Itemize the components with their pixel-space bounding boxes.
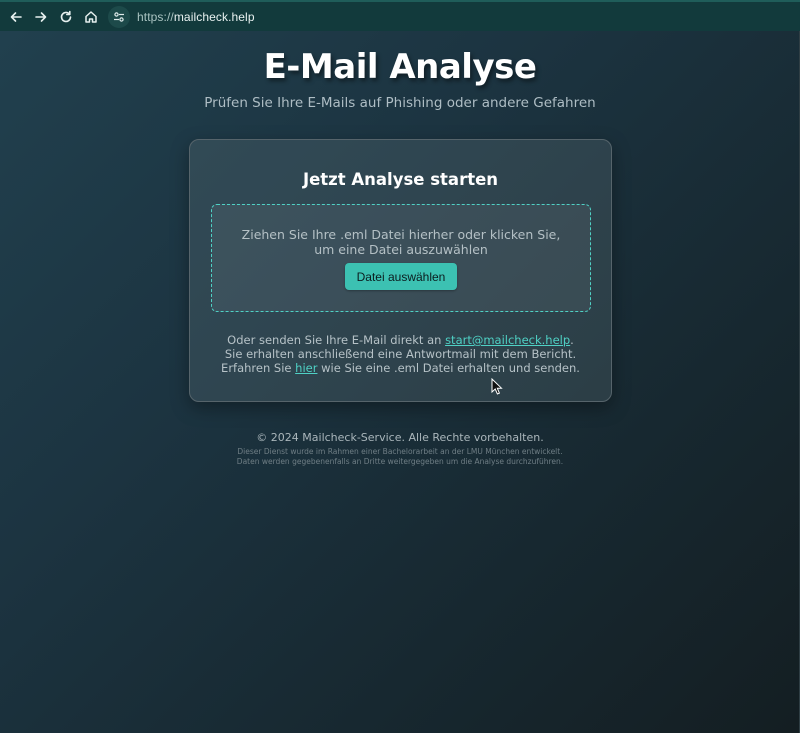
card-title: Jetzt Analyse starten [302,170,499,189]
info-line-help-suffix: wie Sie eine .eml Datei erhalten und sen… [317,361,580,375]
email-link[interactable]: start@mailcheck.help [445,333,570,347]
footer-note: Dieser Dienst wurde im Rahmen einer Bach… [0,447,800,467]
back-arrow-icon[interactable] [8,9,24,25]
reload-icon[interactable] [58,9,74,25]
help-link[interactable]: hier [295,361,317,375]
info-line-help: Erfahren Sie hier wie Sie eine .eml Date… [190,361,611,375]
mouse-cursor-icon [491,378,503,395]
file-dropzone[interactable]: Ziehen Sie Ihre .eml Datei hierher oder … [211,204,591,312]
info-line-email-prefix: Oder senden Sie Ihre E-Mail direkt an [227,333,446,347]
footer-note-line: Daten werden gegebenenfalls an Dritte we… [236,457,564,466]
url-scheme: https:// [137,10,174,24]
address-bar[interactable]: https://mailcheck.help [108,6,255,28]
page-subtitle: Prüfen Sie Ihre E-Mails auf Phishing ode… [204,95,596,111]
info-line-help-prefix: Erfahren Sie [221,361,296,375]
analysis-card: Jetzt Analyse starten Ziehen Sie Ihre .e… [189,139,612,402]
forward-arrow-icon[interactable] [33,9,49,25]
url-host: mailcheck.help [173,10,255,24]
select-file-button[interactable]: Datei auswählen [345,263,457,290]
info-line-email: Oder senden Sie Ihre E-Mail direkt an st… [190,333,611,347]
page-title: E-Mail Analyse [263,47,537,87]
info-line-report: Sie erhalten anschließend eine Antwortma… [224,347,577,361]
dropzone-instructions: Ziehen Sie Ihre .eml Datei hierher oder … [241,227,561,257]
info-line-email-suffix: . [570,333,574,347]
footer-note-line: Dieser Dienst wurde im Rahmen einer Bach… [237,447,563,456]
home-icon[interactable] [83,9,99,25]
info-text: Oder senden Sie Ihre E-Mail direkt an st… [190,333,611,375]
footer-copyright: © 2024 Mailcheck-Service. Alle Rechte vo… [256,431,544,444]
browser-toolbar: https://mailcheck.help [0,0,800,31]
url-text[interactable]: https://mailcheck.help [137,10,255,24]
page-content: E-Mail Analyse Prüfen Sie Ihre E-Mails a… [0,31,800,733]
site-settings-icon[interactable] [108,6,130,28]
